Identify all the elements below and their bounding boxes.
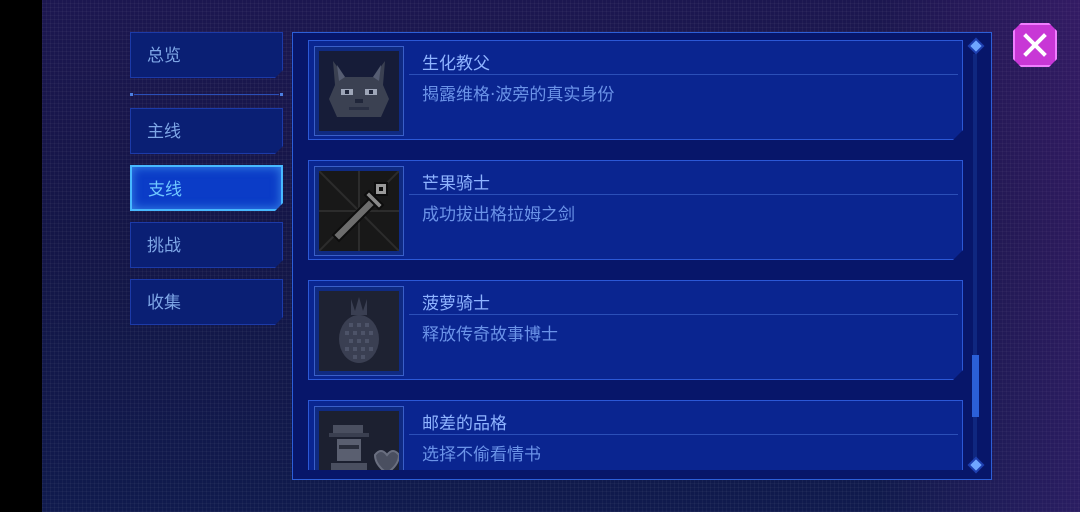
achievement-icon-frame xyxy=(314,286,404,376)
achievement-description: 释放传奇故事博士 xyxy=(422,325,558,345)
close-icon xyxy=(1021,31,1049,59)
tab-label: 主线 xyxy=(147,122,181,142)
cat-face-icon xyxy=(319,51,399,131)
tab-label: 总览 xyxy=(147,46,181,66)
achievement-icon-frame xyxy=(314,406,404,470)
achievement-icon-frame xyxy=(314,46,404,136)
tab-challenge[interactable]: 挑战 xyxy=(130,222,283,268)
left-black-bar xyxy=(0,0,42,512)
achievement-title: 邮差的品格 xyxy=(422,414,507,434)
achievement-title: 菠萝骑士 xyxy=(422,294,490,314)
sword-icon xyxy=(319,171,399,251)
postman-heart-icon xyxy=(319,411,399,470)
tab-main-quest[interactable]: 主线 xyxy=(130,108,283,154)
tab-overview[interactable]: 总览 xyxy=(130,32,283,78)
tab-collection[interactable]: 收集 xyxy=(130,279,283,325)
tab-label: 收集 xyxy=(147,293,181,313)
tab-side-quest[interactable]: 支线 xyxy=(130,165,283,211)
achievement-description: 揭露维格·波旁的真实身份 xyxy=(422,85,615,105)
sidebar-divider xyxy=(130,93,283,96)
achievement-description: 选择不偷看情书 xyxy=(422,445,541,465)
achievement-card[interactable]: 邮差的品格 选择不偷看情书 xyxy=(308,400,963,470)
tab-label: 挑战 xyxy=(147,236,181,256)
achievement-list[interactable]: 生化教父 揭露维格·波旁的真实身份 芒果骑士 成功拔出格拉姆之剑 菠萝骑士 释放… xyxy=(308,40,964,470)
achievement-title: 生化教父 xyxy=(422,54,490,74)
tab-label: 支线 xyxy=(148,180,182,200)
achievement-icon-frame xyxy=(314,166,404,256)
achievement-card[interactable]: 生化教父 揭露维格·波旁的真实身份 xyxy=(308,40,963,140)
achievement-title: 芒果骑士 xyxy=(422,174,490,194)
close-button[interactable] xyxy=(1013,23,1057,67)
achievement-card[interactable]: 菠萝骑士 释放传奇故事博士 xyxy=(308,280,963,380)
pineapple-icon xyxy=(319,291,399,371)
achievement-card[interactable]: 芒果骑士 成功拔出格拉姆之剑 xyxy=(308,160,963,260)
achievement-description: 成功拔出格拉姆之剑 xyxy=(422,205,575,225)
scrollbar-thumb[interactable] xyxy=(972,355,979,417)
